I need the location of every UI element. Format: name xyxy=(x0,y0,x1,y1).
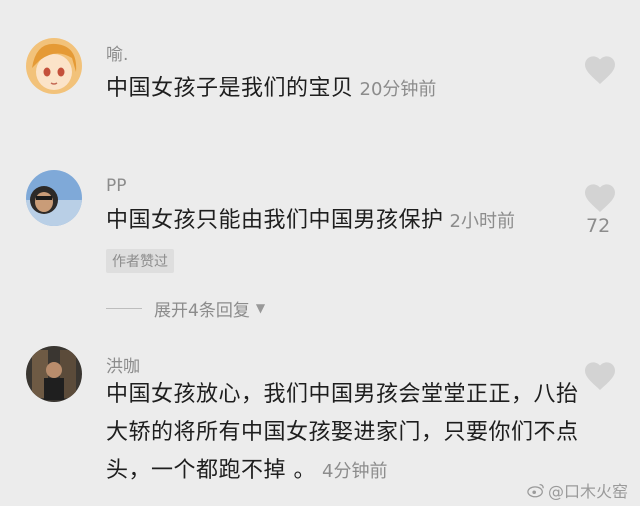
expand-replies-label: 展开4条回复 xyxy=(154,300,250,321)
like-button[interactable] xyxy=(582,180,618,214)
heart-icon xyxy=(585,362,615,390)
comment-text-line: 中国女孩只能由我们中国男孩保护 xyxy=(106,208,444,233)
watermark: @口木火窑 xyxy=(527,478,628,502)
avatar[interactable] xyxy=(26,38,82,94)
comment-time: 20分钟前 xyxy=(359,79,437,100)
like-count: 72 xyxy=(586,215,611,237)
comment-text-line: 头，一个都跑不掉 。 xyxy=(106,458,316,483)
comment-text: 中国女孩放心，我们中国男孩会堂堂正正，八抬 大轿的将所有中国女孩娶进家门，只要你… xyxy=(106,376,579,491)
comment-time: 4分钟前 xyxy=(322,461,388,482)
comment-text: 中国女孩只能由我们中国男孩保护 2小时前 xyxy=(106,202,515,241)
avatar[interactable] xyxy=(26,346,82,402)
comment-text: 中国女孩子是我们的宝贝 20分钟前 xyxy=(106,70,436,109)
comment-text-line: 中国女孩放心，我们中国男孩会堂堂正正，八抬 xyxy=(106,382,579,407)
comment-text-line: 大轿的将所有中国女孩娶进家门，只要你们不点 xyxy=(106,420,579,445)
author-liked-badge: 作者赞过 xyxy=(106,249,174,273)
username[interactable]: 喻. xyxy=(106,40,128,65)
username[interactable]: 洪咖 xyxy=(106,352,140,377)
avatar[interactable] xyxy=(26,170,82,226)
username[interactable]: PP xyxy=(106,176,127,196)
weibo-logo-icon xyxy=(527,483,544,498)
divider xyxy=(106,307,142,309)
comment-time: 2小时前 xyxy=(449,211,515,232)
watermark-text: @口木火窑 xyxy=(547,482,628,501)
expand-replies-button[interactable]: 展开4条回复 ▼ xyxy=(106,294,265,322)
heart-icon xyxy=(585,184,615,212)
comment-text-line: 中国女孩子是我们的宝贝 xyxy=(106,76,354,101)
heart-icon xyxy=(585,56,615,84)
like-button[interactable] xyxy=(582,358,618,392)
like-button[interactable] xyxy=(582,52,618,86)
triangle-down-icon: ▼ xyxy=(255,301,266,315)
